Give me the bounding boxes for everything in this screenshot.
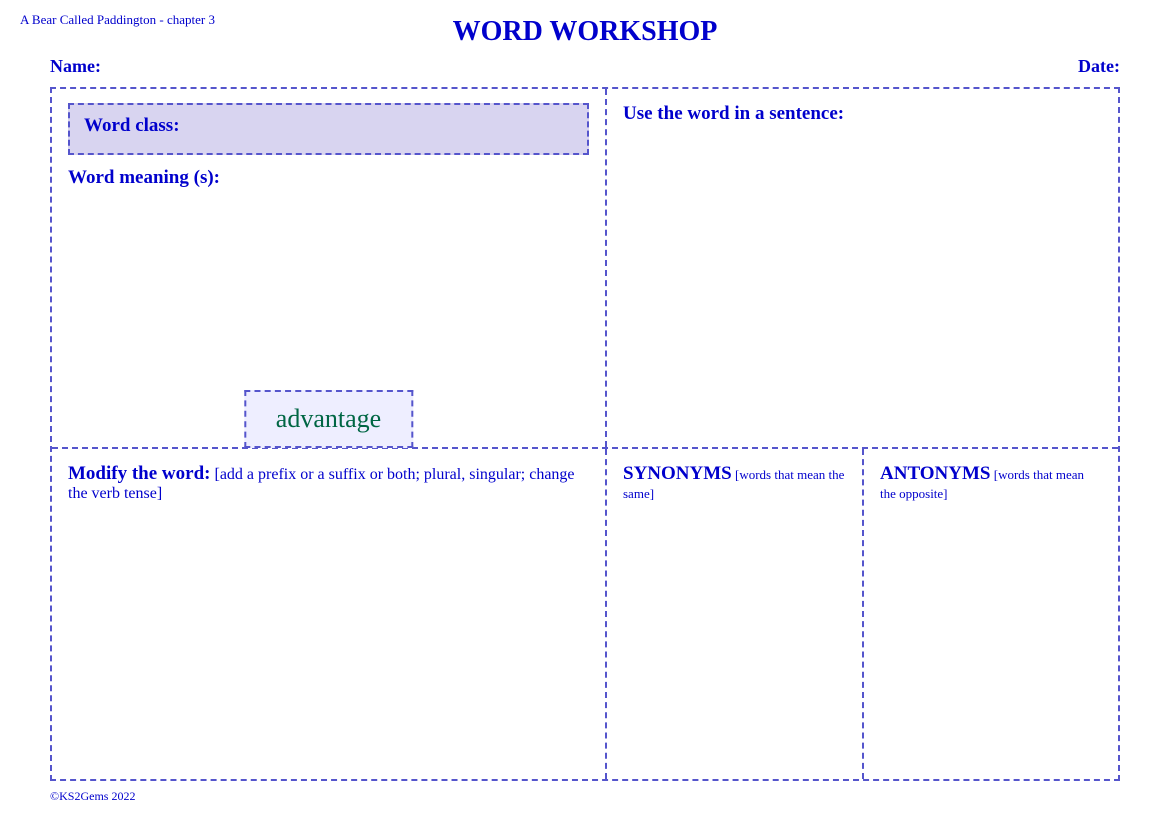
antonyms-text: ANTONYMS [words that mean the opposite] [880,463,1102,503]
name-date-row: Name: Date: [20,56,1150,77]
top-row: Word class: Word meaning (s): advantage … [52,89,1118,449]
synonyms-panel: SYNONYMS [words that mean the same] [607,449,864,779]
center-word-box: advantage [244,390,413,448]
copyright: ©KS2Gems 2022 [20,789,1150,804]
bottom-row: Modify the word: [add a prefix or a suff… [52,449,1118,779]
main-grid: Word class: Word meaning (s): advantage … [50,87,1120,781]
word-class-label: Word class: [84,115,180,136]
word-class-box: Word class: [68,103,589,155]
name-label: Name: [50,56,101,77]
left-panel: Word class: Word meaning (s): advantage [52,89,607,447]
date-label: Date: [1078,56,1120,77]
center-word: advantage [276,404,381,433]
antonyms-panel: ANTONYMS [words that mean the opposite] [864,449,1118,779]
modify-text: Modify the word: [add a prefix or a suff… [68,463,589,503]
synonyms-text: SYNONYMS [words that mean the same] [623,463,846,503]
modify-label-bold: Modify the word: [68,463,210,484]
antonyms-label-bold: ANTONYMS [880,463,991,484]
synonyms-label-bold: SYNONYMS [623,463,732,484]
word-meaning-label: Word meaning (s): [68,167,589,189]
right-panel: Use the word in a sentence: [607,89,1118,447]
modify-panel: Modify the word: [add a prefix or a suff… [52,449,607,779]
use-sentence-label: Use the word in a sentence: [623,103,1102,125]
